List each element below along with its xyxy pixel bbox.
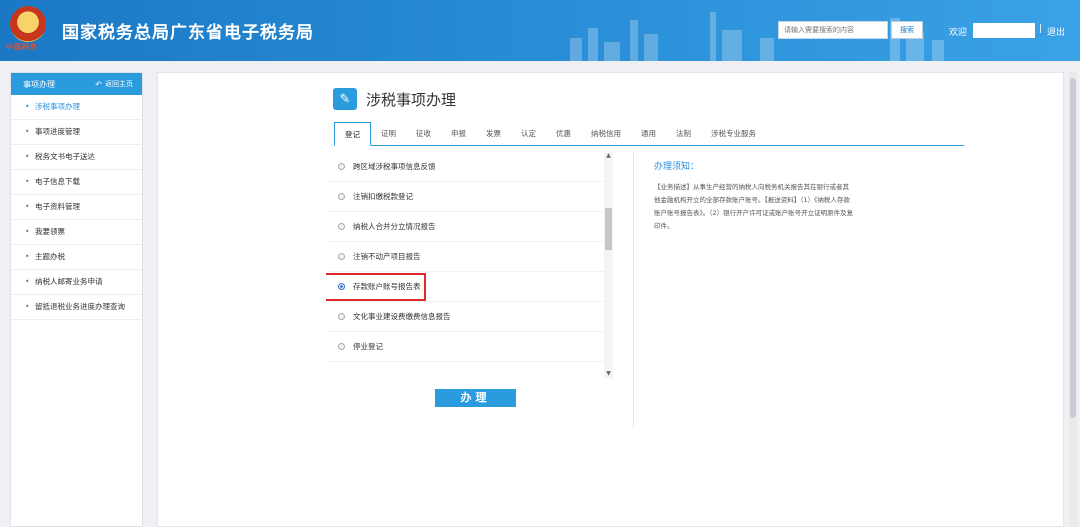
list-item-label: 纳税人合并分立情况报告 — [353, 222, 436, 231]
sidebar-item-mail[interactable]: • 纳税人邮寄业务申请 — [11, 270, 142, 295]
list-item[interactable]: 文化事业建设费缴费信息报告 — [326, 302, 611, 332]
sidebar-item-get-invoice[interactable]: • 我要领票 — [11, 220, 142, 245]
tab-tax-credit[interactable]: 纳税信用 — [581, 122, 631, 146]
page-scroll-thumb[interactable] — [1070, 78, 1076, 418]
page-header: ✎ 涉税事项办理 — [333, 88, 456, 110]
header: 中国税务 国家税务总局广东省电子税务局 搜索 欢迎 | 退出 — [0, 0, 1080, 61]
sidebar-item-progress[interactable]: • 事项进度管理 — [11, 120, 142, 145]
list-item-label: 停业登记 — [353, 342, 383, 351]
radio-button[interactable] — [338, 193, 345, 200]
separator: | — [1039, 24, 1043, 34]
sidebar: 事项办理 ↶ 返回主页 • 涉税事项办理 • 事项进度管理 • 税务文书电子送达 • 电… — [10, 72, 143, 527]
back-home-link[interactable]: ↶ 返回主页 — [95, 79, 133, 89]
list-item[interactable]: 跨区域涉税事项信息反馈 — [326, 152, 611, 182]
bullet-icon: • — [25, 152, 30, 161]
tab-collection[interactable]: 征收 — [406, 122, 441, 146]
bullet-icon: • — [25, 227, 30, 236]
sidebar-item-label: 留抵退税业务进度办理查询 — [35, 302, 125, 311]
tab-declaration[interactable]: 申报 — [441, 122, 476, 146]
page-scrollbar[interactable] — [1069, 72, 1077, 527]
sidebar-item-label: 我要领票 — [35, 227, 65, 236]
main-panel: ✎ 涉税事项办理 登记 证明 征收 申报 发票 认定 优惠 纳税信用 通用 法制… — [157, 72, 1064, 527]
list-item-label: 注销不动产项目报告 — [353, 252, 421, 261]
handle-button[interactable]: 办理 — [435, 389, 516, 407]
tab-invoice[interactable]: 发票 — [476, 122, 511, 146]
search-button[interactable]: 搜索 — [891, 21, 923, 39]
list-item-label: 注销扣缴税款登记 — [353, 192, 413, 201]
sidebar-item-label: 事项进度管理 — [35, 127, 80, 136]
scroll-down-icon[interactable]: ▼ — [604, 370, 613, 378]
sidebar-item-label: 纳税人邮寄业务申请 — [35, 277, 103, 286]
scroll-up-icon[interactable]: ▲ — [604, 152, 613, 160]
welcome-text: 欢迎 — [949, 28, 968, 38]
search-input[interactable] — [778, 21, 888, 39]
back-home-label: 返回主页 — [105, 80, 133, 88]
sidebar-item-download[interactable]: • 电子信息下载 — [11, 170, 142, 195]
radio-button[interactable] — [338, 343, 345, 350]
edit-icon: ✎ — [333, 88, 357, 110]
list-item[interactable]: 注销不动产项目报告 — [326, 242, 611, 272]
notice-text: 【业务描述】从事生产经营的纳税人向税务机关报告其在银行或者其他金融机构开立的全部… — [654, 183, 854, 230]
list-scrollbar[interactable]: ▲ ▼ — [604, 152, 613, 378]
list-item[interactable]: 停业登记 — [326, 332, 611, 362]
bullet-icon: • — [25, 202, 30, 211]
emblem-text: 中国税务 — [6, 43, 38, 51]
bullet-icon: • — [25, 102, 30, 111]
radio-button[interactable] — [338, 223, 345, 230]
list-item[interactable]: 纳税人合并分立情况报告 — [326, 212, 611, 242]
tab-preferential[interactable]: 优惠 — [546, 122, 581, 146]
sidebar-item-e-delivery[interactable]: • 税务文书电子送达 — [11, 145, 142, 170]
tab-bar: 登记 证明 征收 申报 发票 认定 优惠 纳税信用 通用 法制 涉税专业服务 — [334, 122, 964, 146]
sidebar-item-label: 主题办税 — [35, 252, 65, 261]
list-item-label: 跨区域涉税事项信息反馈 — [353, 162, 436, 171]
back-arrow-icon: ↶ — [95, 79, 102, 89]
tab-legal[interactable]: 法制 — [666, 122, 701, 146]
matter-list: 跨区域涉税事项信息反馈 注销扣缴税款登记 纳税人合并分立情况报告 注销不动产项目… — [326, 152, 612, 380]
sidebar-item-tax-matters[interactable]: • 涉税事项办理 — [11, 95, 142, 120]
list-item-selected[interactable]: 存款账户账号报告表 — [326, 272, 611, 302]
sidebar-item-label: 电子信息下载 — [35, 177, 80, 186]
tab-professional-service[interactable]: 涉税专业服务 — [701, 122, 766, 146]
tab-recognition[interactable]: 认定 — [511, 122, 546, 146]
list-item[interactable]: 注销扣缴税款登记 — [326, 182, 611, 212]
logout-link[interactable]: 退出 — [1047, 25, 1065, 38]
bullet-icon: • — [25, 252, 30, 261]
page-title: 涉税事项办理 — [366, 90, 457, 109]
list-item-label: 文化事业建设费缴费信息报告 — [353, 312, 451, 321]
sidebar-title: 事项办理 — [23, 79, 55, 89]
tab-certificate[interactable]: 证明 — [371, 122, 406, 146]
username-redacted — [973, 23, 1035, 38]
radio-button[interactable] — [338, 163, 345, 170]
tax-emblem-icon — [10, 6, 46, 42]
bullet-icon: • — [25, 302, 30, 311]
sidebar-header: 事项办理 ↶ 返回主页 — [11, 73, 142, 95]
divider — [633, 152, 634, 428]
sidebar-item-label: 涉税事项办理 — [35, 102, 80, 111]
scroll-thumb[interactable] — [605, 208, 612, 250]
notice-title: 办理须知： — [654, 162, 700, 172]
bullet-icon: • — [25, 277, 30, 286]
tab-general[interactable]: 通用 — [631, 122, 666, 146]
radio-button[interactable] — [338, 253, 345, 260]
site-title: 国家税务总局广东省电子税务局 — [62, 23, 314, 43]
sidebar-item-label: 税务文书电子送达 — [35, 152, 95, 161]
radio-button[interactable] — [338, 313, 345, 320]
tab-registration[interactable]: 登记 — [334, 122, 371, 146]
bullet-icon: • — [25, 177, 30, 186]
sidebar-item-refund-query[interactable]: • 留抵退税业务进度办理查询 — [11, 295, 142, 320]
bullet-icon: • — [25, 127, 30, 136]
sidebar-item-theme-tax[interactable]: • 主题办税 — [11, 245, 142, 270]
selection-highlight-box — [326, 273, 426, 301]
sidebar-item-label: 电子资料管理 — [35, 202, 80, 211]
sidebar-item-e-docs[interactable]: • 电子资料管理 — [11, 195, 142, 220]
